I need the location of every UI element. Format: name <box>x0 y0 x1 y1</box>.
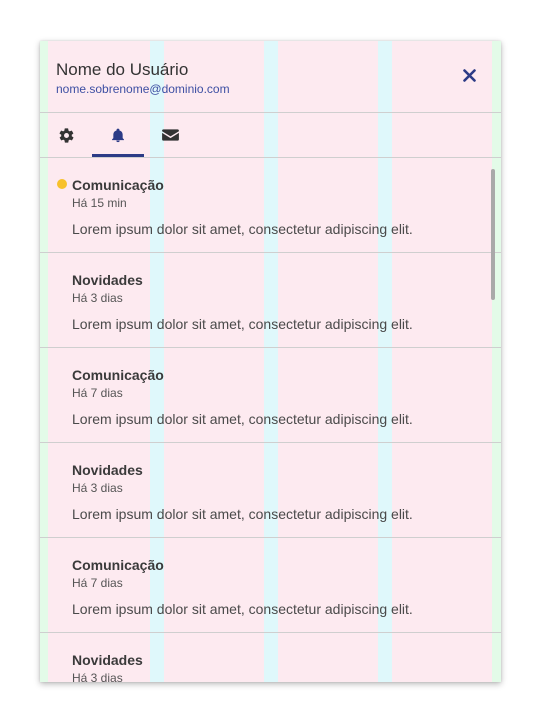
tab-messages[interactable] <box>144 113 196 157</box>
notification-title: Novidades <box>72 652 143 668</box>
gear-icon <box>59 127 73 143</box>
notification-item[interactable]: Comunicação Há 7 dias Lorem ipsum dolor si… <box>40 348 501 443</box>
notification-body: Lorem ipsum dolor sit amet, consectetur … <box>72 601 413 617</box>
tab-notifications[interactable] <box>92 113 144 157</box>
tab-bar <box>40 113 501 158</box>
notification-time: Há 15 min <box>72 196 127 210</box>
envelope-icon <box>161 129 179 141</box>
close-icon <box>462 68 476 82</box>
notification-time: Há 3 dias <box>72 291 123 305</box>
notification-title: Comunicação <box>72 367 164 383</box>
notification-title: Novidades <box>72 462 143 478</box>
bell-icon <box>112 128 124 142</box>
notification-item[interactable]: Novidades Há 3 dias Lorem ipsum dolor sit … <box>40 443 501 538</box>
notification-time: Há 3 dias <box>72 481 123 495</box>
notification-title: Novidades <box>72 272 143 288</box>
notification-item[interactable]: Comunicação Há 15 min Lorem ipsum dolor si… <box>40 158 501 253</box>
close-button[interactable] <box>459 65 479 85</box>
notification-panel: Nome do Usuário nome.sobrenome@dominio.c… <box>40 41 501 682</box>
panel-header: Nome do Usuário nome.sobrenome@dominio.c… <box>40 41 501 113</box>
notification-time: Há 3 dias <box>72 671 123 682</box>
notification-list: Comunicação Há 15 min Lorem ipsum dolor si… <box>40 158 501 682</box>
notification-body: Lorem ipsum dolor sit amet, consectetur … <box>72 411 413 427</box>
notification-time: Há 7 dias <box>72 386 123 400</box>
notification-item[interactable]: Novidades Há 3 dias Lorem ipsum dolor sit … <box>40 253 501 348</box>
scrollbar-thumb[interactable] <box>491 169 495 300</box>
notification-item[interactable]: Comunicação Há 7 dias Lorem ipsum dolor si… <box>40 538 501 633</box>
notification-time: Há 7 dias <box>72 576 123 590</box>
notification-item[interactable]: Novidades Há 3 dias <box>40 633 501 682</box>
notification-title: Comunicação <box>72 557 164 573</box>
notification-body: Lorem ipsum dolor sit amet, consectetur … <box>72 221 413 237</box>
notification-body: Lorem ipsum dolor sit amet, consectetur … <box>72 316 413 332</box>
notification-body: Lorem ipsum dolor sit amet, consectetur … <box>72 506 413 522</box>
user-email: nome.sobrenome@dominio.com <box>56 82 230 96</box>
notification-title: Comunicação <box>72 177 164 193</box>
user-name: Nome do Usuário <box>56 60 189 79</box>
tab-settings[interactable] <box>40 113 92 157</box>
unread-dot-icon <box>57 179 67 189</box>
